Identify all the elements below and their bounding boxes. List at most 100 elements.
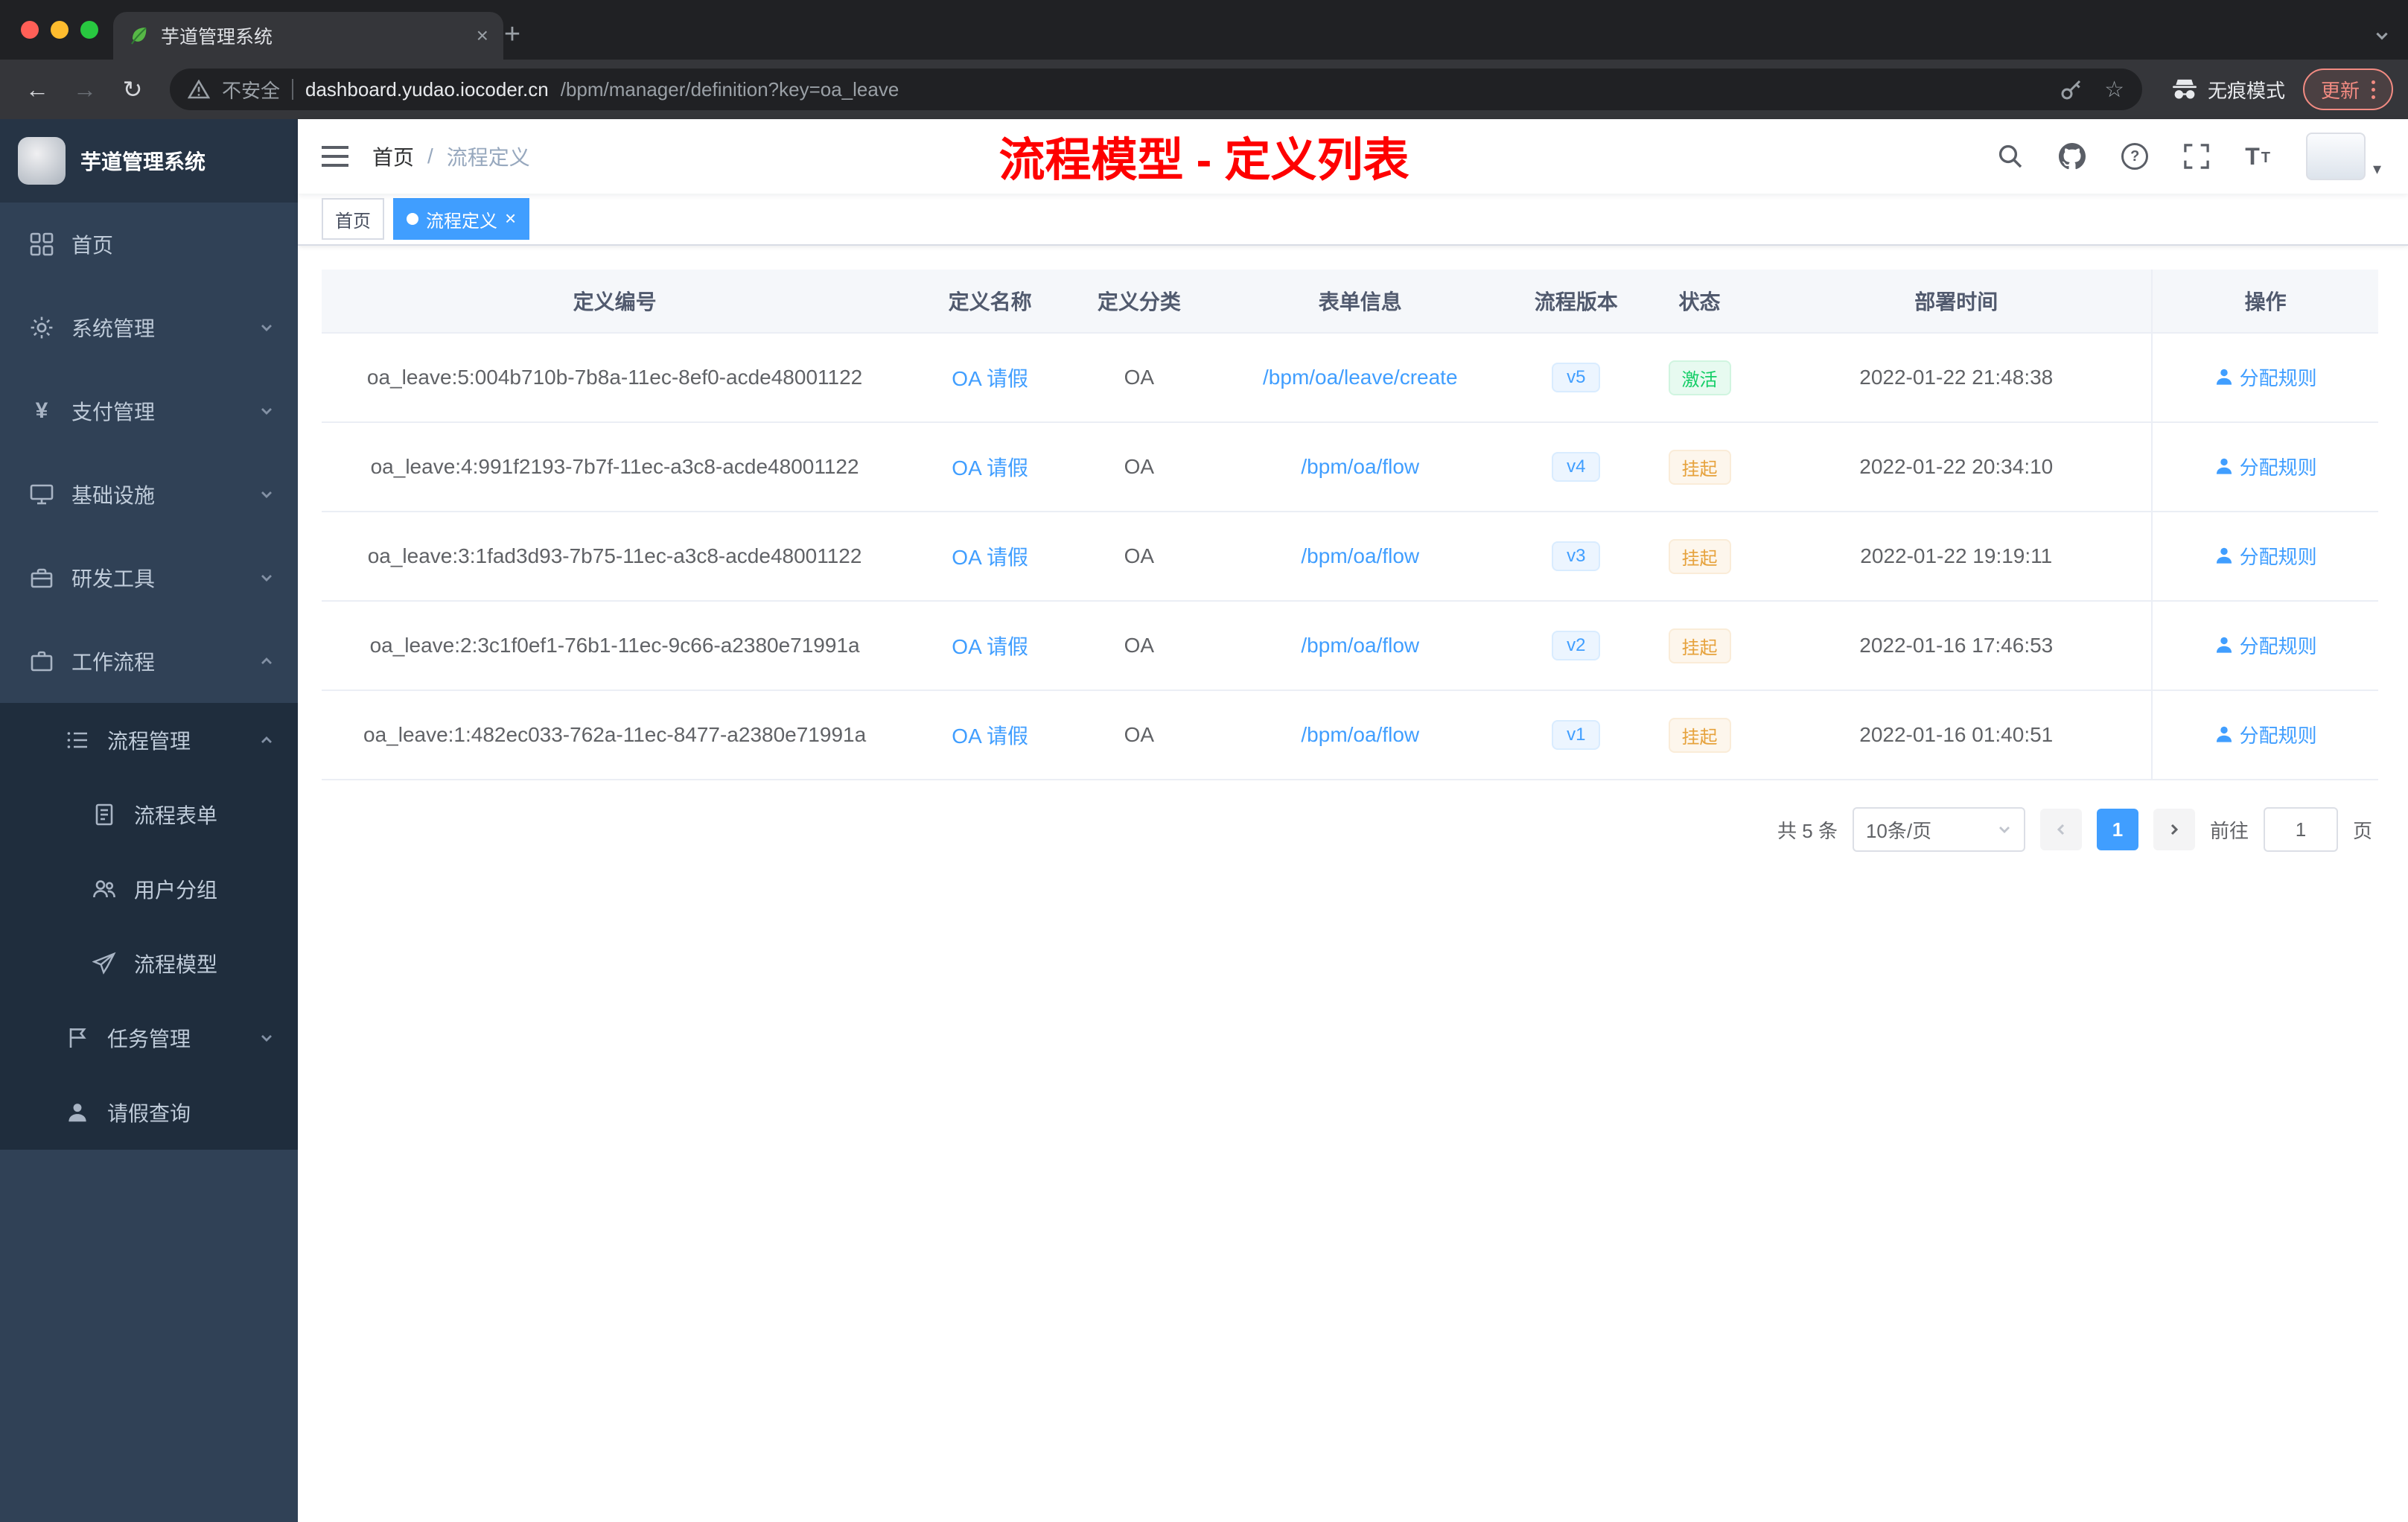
sidebar-item-infra[interactable]: 基础设施: [0, 453, 298, 536]
forward-button[interactable]: [63, 67, 107, 112]
chevron-down-icon: [259, 570, 274, 585]
goto-page-input[interactable]: [2263, 807, 2338, 852]
form-link[interactable]: /bpm/oa/flow: [1301, 723, 1419, 746]
tag-close-icon[interactable]: [505, 208, 516, 230]
cell-deploy-time: 2022-01-16 01:40:51: [1761, 690, 2153, 780]
cell-definition-id: oa_leave:5:004b710b-7b8a-11ec-8ef0-acde4…: [322, 333, 908, 423]
table-header-row: 定义编号 定义名称 定义分类 表单信息 流程版本 状态 部署时间 操作: [322, 270, 2378, 334]
sidebar-item-payment[interactable]: 支付管理: [0, 369, 298, 453]
person-icon: [2216, 727, 2232, 742]
sidebar-item-home[interactable]: 首页: [0, 203, 298, 286]
sidebar-item-task-mgmt[interactable]: 任务管理: [0, 1001, 298, 1075]
reload-button[interactable]: [110, 67, 155, 112]
form-link[interactable]: /bpm/oa/flow: [1301, 634, 1419, 657]
hamburger-icon[interactable]: [322, 145, 348, 168]
sidebar-logo[interactable]: 芋道管理系统: [0, 119, 298, 203]
chevron-down-icon: [259, 1031, 274, 1045]
page-number-1[interactable]: 1: [2096, 809, 2138, 850]
assign-rule-button[interactable]: 分配规则: [2214, 721, 2317, 748]
prev-page-button[interactable]: [2039, 809, 2082, 850]
search-icon[interactable]: [1998, 144, 2023, 169]
security-label: 不安全: [222, 79, 281, 102]
browser-menu-dots-icon[interactable]: [2372, 80, 2375, 99]
cell-definition-id: oa_leave:4:991f2193-7b7f-11ec-a3c8-acde4…: [322, 422, 908, 512]
person-icon: [2216, 459, 2232, 474]
version-tag: v2: [1552, 631, 1601, 660]
tag-process-definition[interactable]: 流程定义: [393, 198, 530, 240]
sidebar-item-workflow[interactable]: 工作流程: [0, 620, 298, 703]
annotation-title: 流程模型 - 定义列表: [998, 135, 1410, 186]
new-tab-button[interactable]: [491, 13, 533, 55]
sidebar-item-label: 流程表单: [134, 804, 218, 827]
cell-definition-name[interactable]: OA 请假: [908, 512, 1073, 602]
profile-chevron-down-icon[interactable]: [2374, 22, 2390, 50]
browser-update-button[interactable]: 更新: [2302, 69, 2393, 110]
flag-icon: [66, 1026, 89, 1050]
home-icon: [30, 232, 54, 256]
password-key-icon[interactable]: [2060, 77, 2083, 101]
cell-category: OA: [1072, 601, 1206, 691]
toolbox-icon: [30, 566, 54, 590]
cell-definition-name[interactable]: OA 请假: [908, 422, 1073, 512]
browser-tab-strip: 芋道管理系统: [0, 0, 2408, 60]
sidebar-item-process-model[interactable]: 流程模型: [0, 926, 298, 1001]
bookmark-star-icon[interactable]: [2104, 77, 2124, 103]
form-link[interactable]: /bpm/oa/flow: [1301, 544, 1419, 567]
security-warning-icon: [188, 80, 210, 99]
sidebar-item-label: 工作流程: [71, 651, 156, 674]
sidebar-item-user-group[interactable]: 用户分组: [0, 852, 298, 926]
cell-deploy-time: 2022-01-22 19:19:11: [1761, 512, 2153, 602]
status-badge: 挂起: [1668, 628, 1731, 663]
form-link[interactable]: /bpm/oa/leave/create: [1263, 366, 1458, 389]
status-badge: 挂起: [1668, 449, 1731, 485]
sidebar-item-devtools[interactable]: 研发工具: [0, 536, 298, 620]
workflow-submenu: 流程管理 流程表单 用户分组 流程模型 任务管理 请假查询: [0, 703, 298, 1150]
cell-definition-name[interactable]: OA 请假: [908, 690, 1073, 780]
table-row: oa_leave:4:991f2193-7b7f-11ec-a3c8-acde4…: [322, 422, 2378, 512]
next-page-button[interactable]: [2153, 809, 2195, 850]
help-icon[interactable]: [2121, 143, 2149, 170]
sidebar-item-process-form[interactable]: 流程表单: [0, 777, 298, 852]
cell-category: OA: [1072, 512, 1206, 602]
cell-definition-name[interactable]: OA 请假: [908, 601, 1073, 691]
browser-tab[interactable]: 芋道管理系统: [113, 12, 503, 60]
fullscreen-icon[interactable]: [2184, 144, 2209, 169]
assign-rule-button[interactable]: 分配规则: [2214, 363, 2317, 391]
chevron-down-icon: [259, 404, 274, 418]
assign-rule-button[interactable]: 分配规则: [2214, 542, 2317, 570]
tag-home[interactable]: 首页: [322, 198, 384, 240]
breadcrumb: 首页 / 流程定义: [372, 141, 530, 171]
sidebar-item-leave-query[interactable]: 请假查询: [0, 1075, 298, 1150]
minimize-window-button[interactable]: [51, 21, 69, 39]
assign-rule-button[interactable]: 分配规则: [2214, 631, 2317, 659]
table-row: oa_leave:1:482ec033-762a-11ec-8477-a2380…: [322, 690, 2378, 780]
page-size-select[interactable]: 10条/页: [1852, 807, 2025, 852]
cell-deploy-time: 2022-01-16 17:46:53: [1761, 601, 2153, 691]
address-bar[interactable]: 不安全 dashboard.yudao.iocoder.cn /bpm/mana…: [170, 69, 2142, 110]
favicon-icon: [128, 25, 149, 46]
cell-definition-name[interactable]: OA 请假: [908, 333, 1073, 423]
person-icon: [66, 1101, 89, 1124]
back-button[interactable]: [15, 67, 60, 112]
version-tag: v4: [1552, 452, 1601, 482]
zoom-window-button[interactable]: [80, 21, 98, 39]
sidebar-item-process-mgmt[interactable]: 流程管理: [0, 703, 298, 777]
close-window-button[interactable]: [21, 21, 39, 39]
form-link[interactable]: /bpm/oa/flow: [1301, 455, 1419, 478]
github-icon[interactable]: [2059, 143, 2086, 170]
pagination-total: 共 5 条: [1777, 819, 1838, 842]
col-deploy-time: 部署时间: [1761, 270, 2153, 334]
chevron-down-icon: [1998, 827, 2010, 833]
user-avatar-dropdown[interactable]: [2305, 133, 2381, 180]
avatar-caret-down-icon: [2373, 153, 2381, 180]
font-size-icon[interactable]: [2245, 144, 2270, 168]
paper-plane-icon: [92, 952, 116, 975]
version-tag: v5: [1552, 363, 1601, 392]
tab-close-icon[interactable]: [477, 25, 488, 46]
users-icon: [92, 877, 116, 901]
breadcrumb-home[interactable]: 首页: [372, 141, 414, 171]
assign-rule-button[interactable]: 分配规则: [2214, 453, 2317, 480]
sidebar-item-system[interactable]: 系统管理: [0, 286, 298, 369]
incognito-label: 无痕模式: [2207, 79, 2285, 102]
url-separator: [292, 79, 294, 100]
